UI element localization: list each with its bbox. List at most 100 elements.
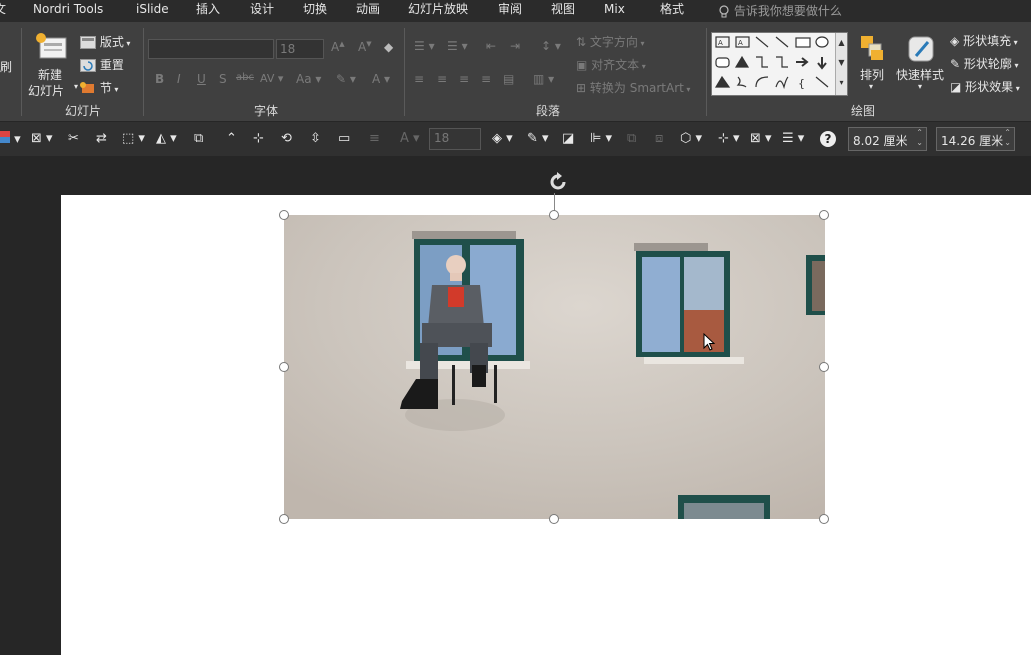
section-button[interactable]: 节 ▾	[80, 79, 118, 96]
resize-handle-bottom-left[interactable]	[279, 514, 289, 524]
ungroup-disabled-icon[interactable]: ⧈	[655, 131, 663, 147]
help-icon[interactable]: ?	[820, 131, 836, 147]
toolbar-font-size[interactable]: 18	[429, 128, 481, 150]
increase-indent-icon[interactable]: ⇥	[510, 39, 520, 53]
new-slide-button[interactable]: 新建 幻灯片 ▾	[28, 30, 78, 100]
resize-handle-bottom-right[interactable]	[819, 514, 829, 524]
shape-fill-button[interactable]: ◈ 形状填充 ▾	[950, 32, 1018, 49]
shape-width-field[interactable]: 14.26 厘米 ⌃ ⌄	[936, 127, 1015, 151]
highlight-icon[interactable]: ✎ ▾	[336, 72, 356, 86]
char-spacing-icon[interactable]: AV ▾	[260, 72, 283, 85]
size-icon[interactable]: ⬚ ▾	[122, 131, 145, 147]
resize-handle-top-right[interactable]	[819, 210, 829, 220]
color-swatch-icon[interactable]: ▾	[0, 131, 21, 147]
outline-pen-icon[interactable]: ✎ ▾	[527, 131, 549, 147]
align-text-button[interactable]: ▣ 对齐文本 ▾	[576, 56, 646, 73]
textbox-icon[interactable]: ▭	[338, 131, 350, 147]
text-direction-button[interactable]: ⇅ 文字方向 ▾	[576, 33, 644, 50]
compress-icon[interactable]: ⊹	[253, 131, 264, 147]
edit-shape-icon[interactable]: ⬡ ▾	[680, 131, 702, 147]
gallery-scroll[interactable]: ▲ ▼ ▾	[835, 33, 847, 95]
font-size-box[interactable]: 18	[276, 39, 324, 59]
convert-smartart-button[interactable]: ⊞ 转换为 SmartArt ▾	[576, 79, 690, 96]
tab-insert[interactable]: 插入	[196, 2, 220, 20]
width-spinner-icon[interactable]: ⌃ ⌄	[1004, 128, 1011, 148]
align-center-icon[interactable]: ≡	[437, 72, 447, 86]
replace-icon[interactable]: ⇄	[96, 131, 107, 147]
format-painter-button[interactable]: 刷	[0, 58, 12, 75]
group-separator	[21, 28, 22, 116]
height-adjust-icon[interactable]: ⇳	[310, 131, 321, 147]
font-name-box[interactable]	[148, 39, 274, 59]
tab-mix[interactable]: Mix	[604, 2, 625, 20]
change-case-icon[interactable]: Aa ▾	[296, 72, 321, 86]
mouse-cursor-icon	[703, 333, 716, 351]
crop-icon[interactable]: ⊠ ▾	[31, 131, 53, 147]
selected-picture[interactable]	[284, 215, 825, 519]
toolbar-font-size-value: 18	[434, 131, 450, 145]
tab-view[interactable]: 视图	[551, 2, 575, 20]
rotate-handle-icon[interactable]	[546, 170, 570, 194]
tab-review[interactable]: 审阅	[498, 2, 522, 20]
align-objects-icon[interactable]: ⊫ ▾	[590, 131, 612, 147]
font-color-icon[interactable]: A ▾	[372, 72, 390, 86]
tab-nordri-tools[interactable]: Nordri Tools	[33, 2, 103, 20]
tab-design[interactable]: 设计	[250, 2, 274, 20]
line-weight-icon[interactable]: ☰ ▾	[782, 131, 804, 147]
resize-handle-top-left[interactable]	[279, 210, 289, 220]
scissors-icon[interactable]: ✂	[68, 131, 79, 147]
tab-islide[interactable]: iSlide	[136, 2, 169, 20]
grow-font-icon[interactable]: A▲	[331, 40, 345, 54]
text-align-icon[interactable]: ≡	[369, 131, 380, 147]
reset-button[interactable]: 重置	[80, 56, 124, 73]
distributed-icon[interactable]: ▤	[503, 72, 514, 86]
caret-up-icon[interactable]: ⌃	[226, 131, 237, 147]
line-spacing-icon[interactable]: ↕ ▾	[541, 39, 561, 53]
arrange-button[interactable]: 排列 ▾	[855, 32, 891, 102]
crop-tool-icon[interactable]: ⊹ ▾	[718, 131, 740, 147]
italic-icon[interactable]: I	[177, 72, 181, 86]
numbering-icon[interactable]: ☰ ▾	[447, 39, 468, 53]
rotate-shape-icon[interactable]: ⟲	[281, 131, 292, 147]
tab-format[interactable]: 格式	[660, 2, 684, 20]
bullets-icon[interactable]: ☰ ▾	[414, 39, 435, 53]
shadow-icon[interactable]: S	[219, 72, 227, 86]
tell-me-search[interactable]: 告诉我你想要做什么	[718, 2, 842, 19]
tab-animations[interactable]: 动画	[356, 2, 380, 20]
font-a-icon[interactable]: A ▾	[400, 131, 420, 147]
align-left-icon[interactable]: ≡	[414, 72, 424, 86]
underline-icon[interactable]: U	[197, 72, 206, 86]
shape-effects-button[interactable]: ◪ 形状效果 ▾	[950, 78, 1020, 95]
quick-styles-button[interactable]: 快速样式 ▾	[895, 32, 947, 102]
justify-icon[interactable]: ≡	[481, 72, 491, 86]
group-disabled-icon[interactable]: ⧉	[627, 131, 636, 147]
shape-outline-button[interactable]: ✎ 形状轮廓 ▾	[950, 55, 1018, 72]
resize-handle-right[interactable]	[819, 362, 829, 372]
group-objects-icon[interactable]: ⧉	[194, 131, 203, 147]
resize-handle-top[interactable]	[549, 210, 559, 220]
strikethrough-icon[interactable]: abc	[236, 72, 254, 83]
fill-bucket-icon[interactable]: ◈ ▾	[492, 131, 513, 147]
resize-handle-left[interactable]	[279, 362, 289, 372]
shrink-font-icon[interactable]: A▼	[358, 40, 372, 54]
arrange-label: 排列	[860, 68, 885, 82]
shape-style-icon[interactable]: ◪	[562, 131, 574, 147]
shape-height-field[interactable]: 8.02 厘米 ⌃ ⌄	[848, 127, 927, 151]
align-right-icon[interactable]: ≡	[459, 72, 469, 86]
clear-format-icon[interactable]: ◆	[384, 40, 393, 54]
tab-slideshow[interactable]: 幻灯片放映	[408, 2, 468, 20]
layout-button[interactable]: 版式 ▾	[80, 33, 130, 50]
lightbulb-icon	[719, 4, 729, 17]
bold-icon[interactable]: B	[155, 72, 164, 86]
columns-icon[interactable]: ▥ ▾	[533, 72, 554, 86]
height-spinner-icon[interactable]: ⌃ ⌄	[916, 128, 923, 148]
flip-icon[interactable]: ◭ ▾	[156, 131, 177, 147]
resize-handle-bottom[interactable]	[549, 514, 559, 524]
tab-file[interactable]: 文	[0, 2, 6, 20]
decrease-indent-icon[interactable]: ⇤	[486, 39, 496, 53]
convert-smartart-label: 转换为 SmartArt	[589, 81, 684, 95]
tab-transitions[interactable]: 切换	[303, 2, 327, 20]
shapes-gallery[interactable]: A A { ▲ ▼ ▾	[711, 32, 848, 96]
picture-border-icon[interactable]: ⊠ ▾	[750, 131, 772, 147]
group-separator	[404, 28, 405, 116]
